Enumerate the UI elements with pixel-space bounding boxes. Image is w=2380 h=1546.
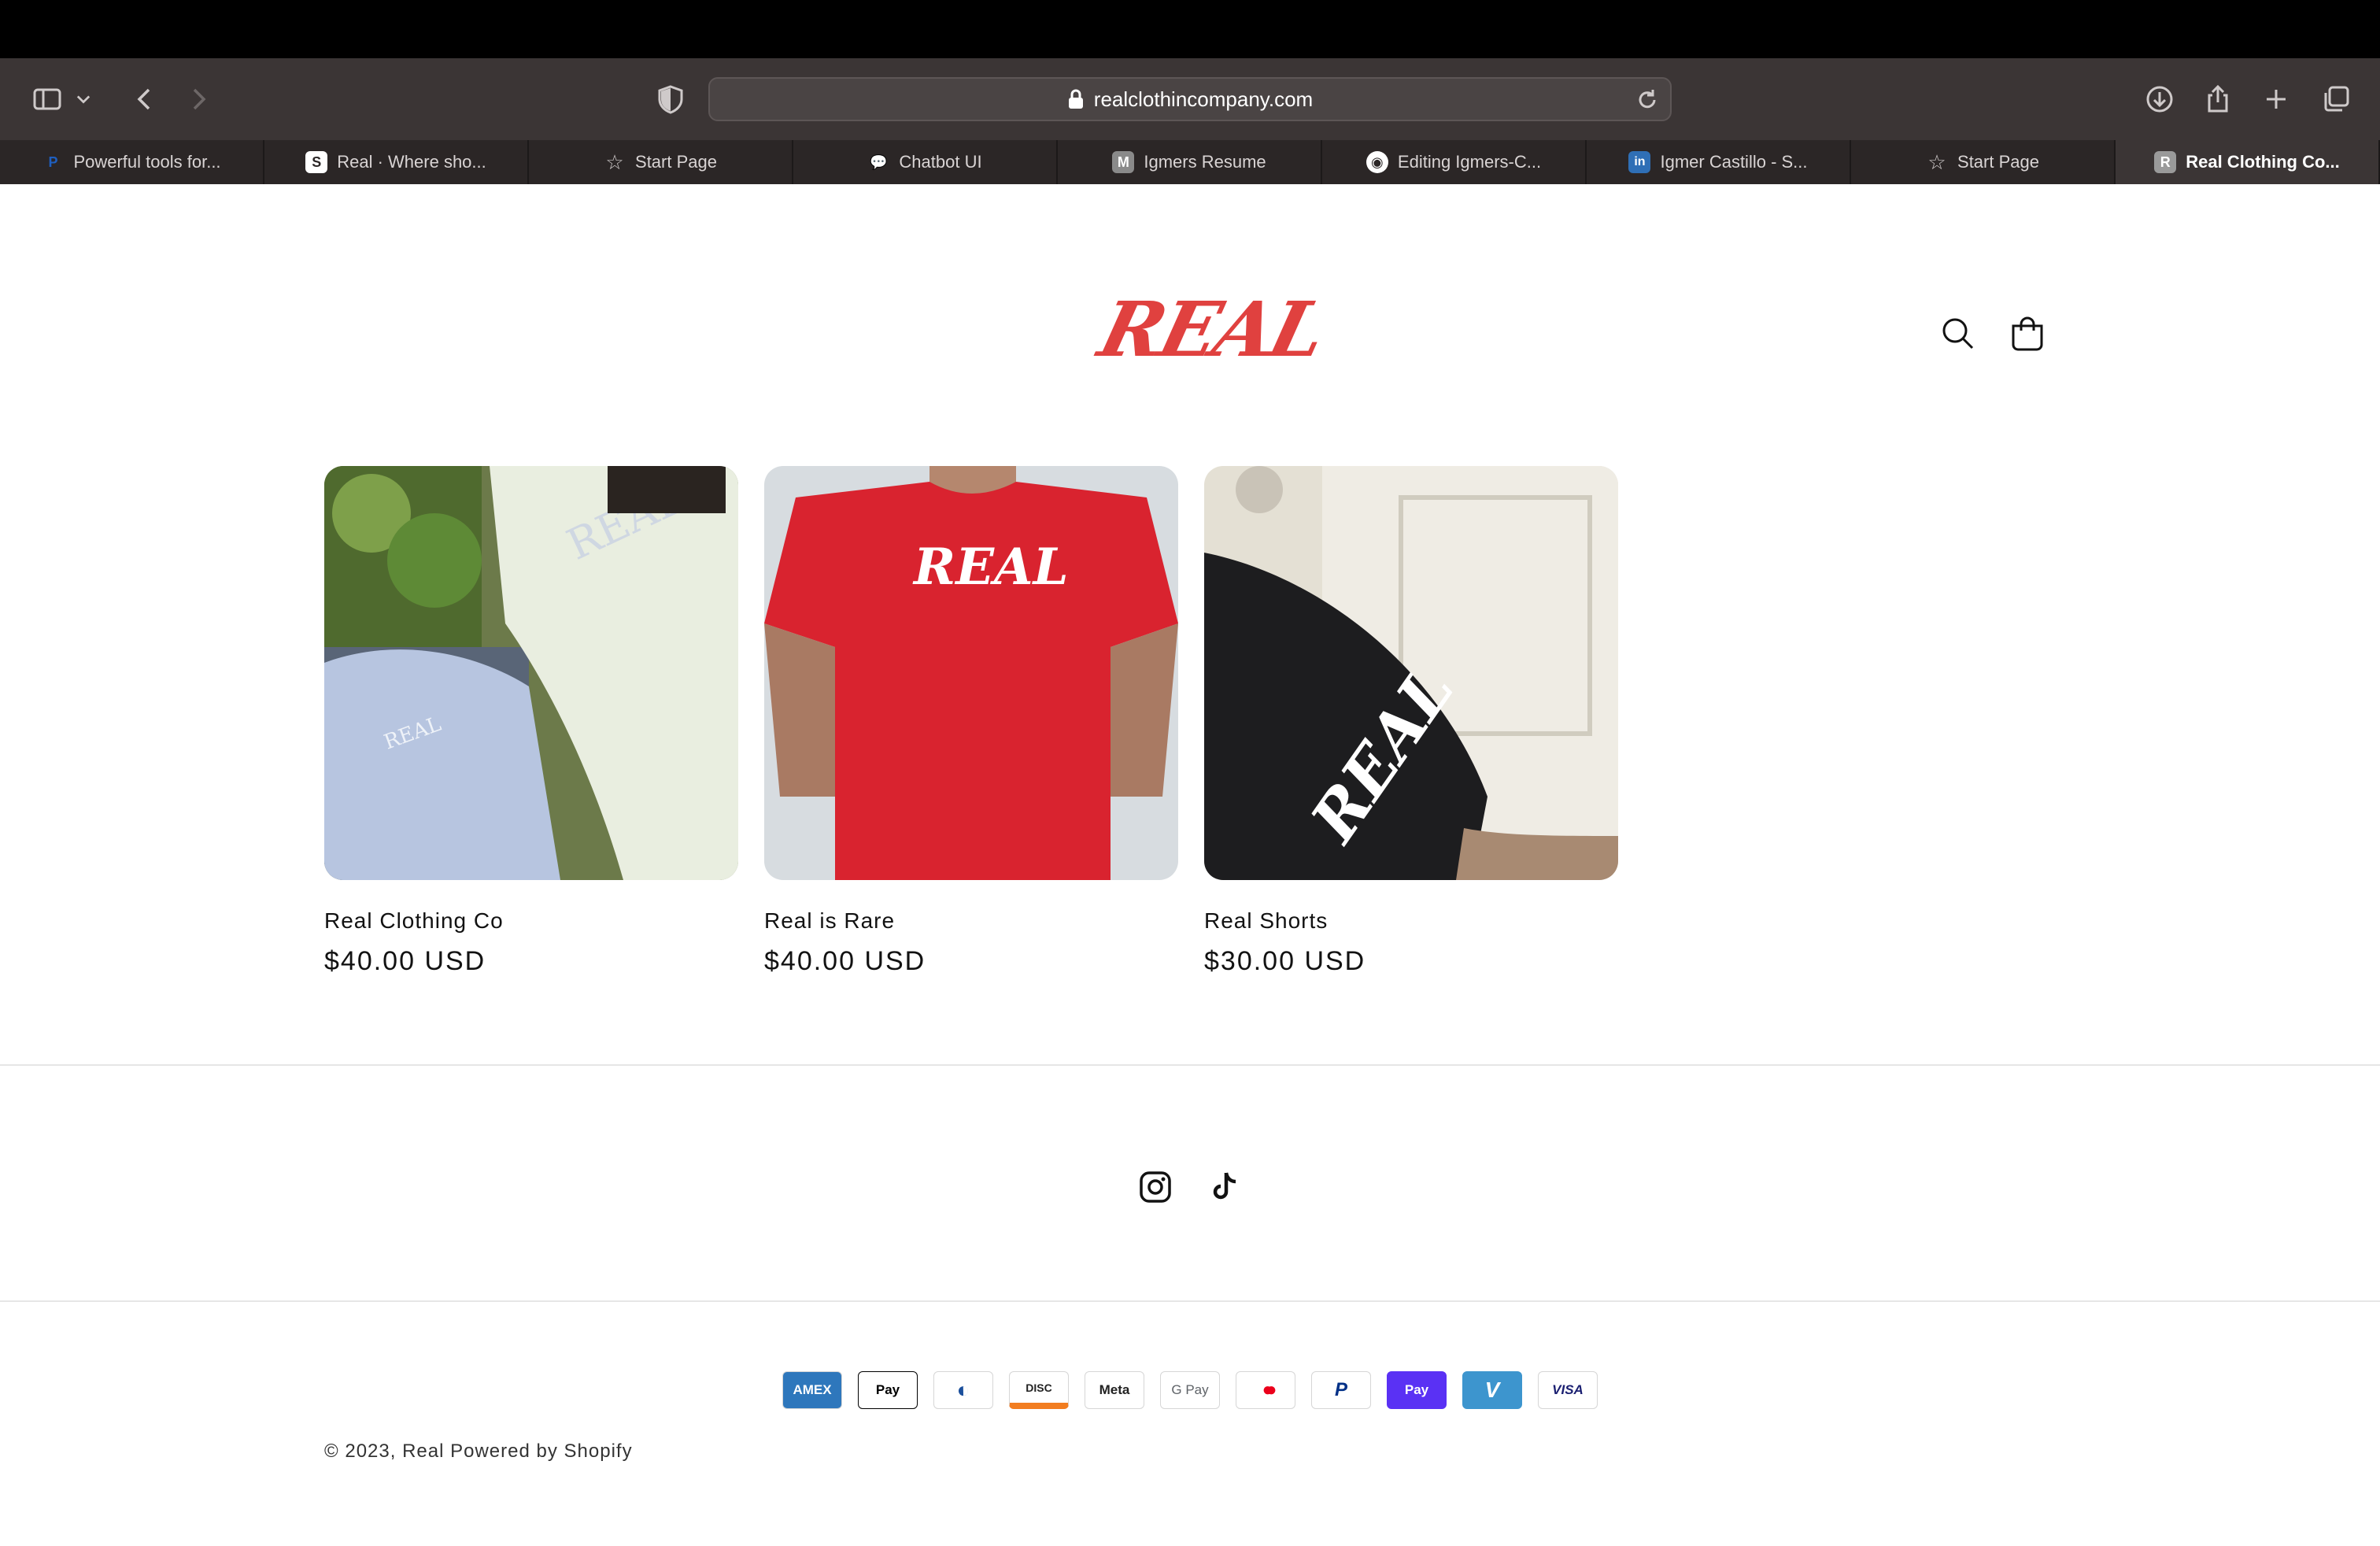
footer-divider-2	[0, 1300, 2380, 1302]
discover-icon: DISC	[1009, 1371, 1069, 1409]
download-icon[interactable]	[2138, 77, 2182, 121]
tab-6[interactable]: in Igmer Castillo - S...	[1587, 140, 1851, 184]
product-card[interactable]: REAL REAL Real Clothing Co $40.00 USD	[324, 466, 738, 977]
reload-icon[interactable]	[1634, 87, 1661, 113]
tab-label: Igmers Resume	[1144, 152, 1266, 172]
browser-toolbar: realclothincompany.com	[0, 58, 2380, 140]
m-icon: M	[1112, 151, 1135, 173]
tab-8[interactable]: R Real Clothing Co...	[2116, 140, 2380, 184]
share-icon[interactable]	[2196, 77, 2240, 121]
star-icon: ☆	[1927, 150, 1946, 174]
forward-icon[interactable]	[176, 77, 220, 121]
copyright-text: © 2023, Real Powered by Shopify	[324, 1441, 633, 1462]
product-price: $40.00 USD	[324, 946, 486, 976]
tab-label: Chatbot UI	[899, 152, 982, 172]
tab-5[interactable]: ◉ Editing Igmers-C...	[1322, 140, 1587, 184]
tab-7[interactable]: ☆ Start Page	[1851, 140, 2116, 184]
chevron-down-icon[interactable]	[69, 77, 98, 121]
instagram-icon[interactable]	[1135, 1167, 1176, 1208]
tab-label: Powerful tools for...	[73, 152, 221, 172]
product-title[interactable]: Real Clothing Co	[324, 908, 738, 934]
tab-label: Start Page	[635, 152, 717, 172]
product-title[interactable]: Real Shorts	[1204, 908, 1618, 934]
diners-icon: ◐	[933, 1371, 993, 1409]
tiktok-icon[interactable]	[1204, 1167, 1245, 1208]
product-price: $40.00 USD	[764, 946, 926, 976]
back-icon[interactable]	[123, 77, 167, 121]
tab-2[interactable]: ☆ Start Page	[529, 140, 793, 184]
os-menu-bar	[0, 0, 2380, 58]
tab-1[interactable]: S Real · Where sho...	[264, 140, 529, 184]
product-image[interactable]: REAL	[1204, 466, 1618, 880]
sidebar-toggle-icon[interactable]	[25, 77, 69, 121]
tab-label: Real · Where sho...	[337, 152, 486, 172]
r-icon: R	[2154, 151, 2177, 173]
product-card[interactable]: REAL Real is Rare $40.00 USD	[764, 466, 1178, 977]
cart-icon[interactable]	[2004, 310, 2051, 357]
product-image[interactable]: REAL REAL	[324, 466, 738, 880]
shopify-icon: S	[305, 151, 328, 173]
product-title[interactable]: Real is Rare	[764, 908, 1178, 934]
google-pay-icon: G Pay	[1160, 1371, 1220, 1409]
star-icon: ☆	[605, 150, 624, 174]
tab-4[interactable]: M Igmers Resume	[1058, 140, 1322, 184]
tab-bar: P Powerful tools for... S Real · Where sho…	[0, 140, 2380, 184]
product-price: $30.00 USD	[1204, 946, 1366, 976]
chat-icon: 💬	[870, 153, 888, 170]
amex-icon: AMEX	[782, 1371, 842, 1409]
tab-overview-icon[interactable]	[2314, 77, 2358, 121]
url-text: realclothincompany.com	[1093, 87, 1314, 111]
github-icon: ◉	[1366, 151, 1388, 173]
search-icon[interactable]	[1935, 310, 1982, 357]
paypal-icon: P	[1311, 1371, 1371, 1409]
store-logo[interactable]: REAL	[1091, 285, 1332, 374]
meta-icon: Meta	[1085, 1371, 1144, 1409]
product-image[interactable]: REAL	[764, 466, 1178, 880]
product-grid: REAL REAL Real Clothing Co $40.00 USD RE…	[324, 466, 1618, 1017]
svg-text:REAL: REAL	[912, 538, 1069, 597]
logo-text: REAL	[1091, 285, 1333, 374]
paypal-icon: P	[48, 153, 58, 170]
tab-label: Igmer Castillo - S...	[1660, 152, 1808, 172]
product-card[interactable]: REAL Real Shorts $30.00 USD	[1204, 466, 1618, 977]
apple-pay-icon: Pay	[858, 1371, 918, 1409]
payment-methods: AMEX Pay ◐ DISC Meta G Pay ●● P Pay V VI…	[782, 1371, 1598, 1409]
store-page: REAL REAL REAL Real Clothing Co $40.00 U…	[0, 184, 2380, 1546]
address-bar[interactable]: realclothincompany.com	[708, 77, 1672, 121]
tab-0[interactable]: P Powerful tools for...	[0, 140, 264, 184]
tab-label: Editing Igmers-C...	[1397, 152, 1542, 172]
footer-divider	[0, 1064, 2380, 1066]
tab-3[interactable]: 💬 Chatbot UI	[793, 140, 1058, 184]
tab-label: Real Clothing Co...	[2186, 152, 2340, 172]
privacy-shield-icon[interactable]	[649, 77, 693, 121]
visa-icon: VISA	[1538, 1371, 1598, 1409]
new-tab-icon[interactable]	[2254, 77, 2298, 121]
tab-label: Start Page	[1957, 152, 2039, 172]
mastercard-icon: ●●	[1236, 1371, 1295, 1409]
linkedin-icon: in	[1628, 151, 1651, 173]
shop-pay-icon: Pay	[1387, 1371, 1447, 1409]
lock-icon	[1068, 89, 1083, 109]
venmo-icon: V	[1462, 1371, 1522, 1409]
